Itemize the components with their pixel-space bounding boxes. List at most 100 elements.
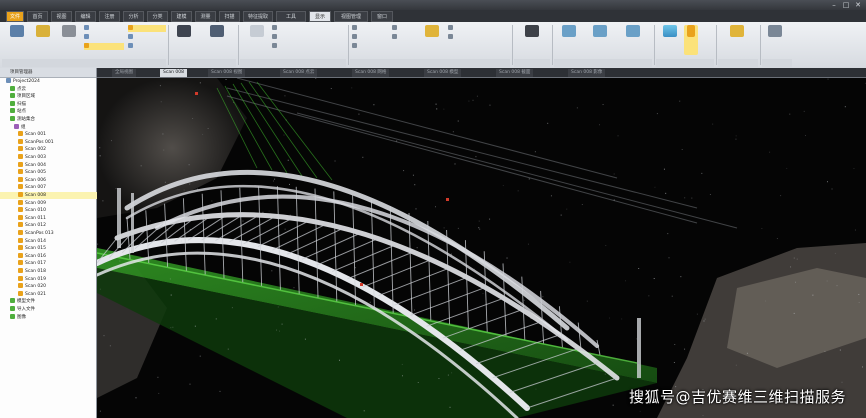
tree-node-icon	[18, 290, 23, 296]
ribbon-option-13[interactable]	[392, 25, 399, 32]
view-tab[interactable]: 全局视图	[112, 69, 136, 77]
ribbon-button-4[interactable]	[172, 25, 196, 55]
ribbon-option-14[interactable]	[392, 34, 399, 41]
tree-node-icon	[18, 230, 23, 235]
maximize-button[interactable]: □	[841, 1, 851, 9]
ribbon-option-8[interactable]	[272, 34, 279, 41]
ribbon-option-15[interactable]	[448, 25, 455, 32]
view-tab[interactable]: Scan 008 截面	[496, 69, 534, 77]
tab-6[interactable]: 分类	[147, 11, 168, 22]
ribbon-option-9[interactable]	[272, 43, 279, 50]
tree-node-icon	[18, 260, 23, 266]
tab-9[interactable]: 扫描	[219, 11, 240, 22]
tree-node-icon	[10, 85, 15, 91]
ribbon-group-label	[762, 59, 792, 67]
image-icon	[562, 25, 576, 37]
ribbon-button-15[interactable]	[764, 25, 786, 55]
tree-node-icon	[18, 192, 23, 197]
tab-14[interactable]: 窗口	[371, 11, 393, 22]
ribbon-option-4[interactable]	[128, 25, 166, 32]
ribbon-group-label	[240, 59, 346, 67]
ribbon-option-16[interactable]	[448, 34, 455, 41]
ribbon-option-2[interactable]	[84, 34, 91, 41]
tab-7[interactable]: 建模	[171, 11, 192, 22]
tree-node[interactable]: 站点	[0, 108, 105, 115]
ribbon-button-10[interactable]	[586, 25, 614, 55]
ribbon-group-label	[170, 59, 236, 67]
ribbon-option-12[interactable]	[352, 43, 359, 50]
tab-8[interactable]: 测量	[195, 11, 216, 22]
tree-node[interactable]: 项目区域	[0, 93, 105, 100]
tree-node-icon	[10, 116, 15, 121]
tree-node[interactable]: 组	[0, 123, 109, 131]
ribbon-option-6[interactable]	[128, 43, 135, 50]
ribbon-button-1[interactable]	[6, 25, 28, 55]
point-cloud-viewport[interactable]	[97, 78, 866, 418]
ribbon-option-5[interactable]	[128, 34, 135, 41]
tree-node[interactable]: 模型文件	[0, 298, 105, 305]
tab-10[interactable]: 特征提取	[243, 11, 273, 22]
tab-file[interactable]: 文件	[6, 11, 24, 22]
tree-node-label: Scan 012	[25, 223, 46, 229]
ribbon-separator	[168, 25, 169, 65]
tree-node-label: ScanPos 001	[25, 139, 54, 145]
tab-13[interactable]: 视图管理	[334, 11, 368, 22]
view-tab[interactable]: Scan 008 点云	[280, 69, 318, 77]
lock-icon	[687, 25, 695, 37]
ribbon-separator	[760, 25, 761, 65]
tree-node-icon	[18, 237, 23, 243]
view-tab[interactable]: Scan 008 网格	[352, 69, 390, 77]
ribbon-button-8[interactable]	[518, 25, 546, 55]
ribbon-button-2[interactable]	[32, 25, 54, 55]
minimize-button[interactable]: –	[829, 1, 839, 9]
ribbon-button-11[interactable]	[618, 25, 648, 55]
ribbon-button-14[interactable]	[722, 25, 752, 55]
ribbon-option-11[interactable]	[352, 34, 359, 41]
tree-node[interactable]: Project2024	[0, 78, 101, 85]
view-tab[interactable]: Scan 008 模型	[424, 69, 462, 77]
ribbon-group-label	[514, 59, 550, 67]
tab-3[interactable]: 编辑	[75, 11, 96, 22]
tab-1[interactable]: 首页	[27, 11, 48, 22]
tree-node-icon	[18, 252, 23, 258]
ribbon-button-9[interactable]	[556, 25, 582, 55]
tree-node-label: 图像	[17, 314, 26, 320]
ribbon-option-10[interactable]	[352, 25, 359, 32]
ribbon-option-3[interactable]	[84, 43, 124, 50]
tab-4[interactable]: 注册	[99, 11, 120, 22]
tree-node-icon	[10, 313, 15, 319]
tab-5[interactable]: 分析	[123, 11, 144, 22]
tree-node-label: Scan 001	[25, 132, 46, 138]
ribbon-option-1[interactable]	[84, 25, 91, 32]
tree-node[interactable]: 扫描	[0, 100, 105, 108]
tree-node[interactable]: 测站集合	[0, 116, 105, 123]
tree-node-label: 测站集合	[17, 117, 35, 122]
tree-node-icon	[18, 207, 23, 213]
tree-node-label: Scan 007	[25, 185, 46, 191]
tripod-icon	[525, 25, 539, 37]
tab-12-active[interactable]: 显示	[309, 11, 331, 22]
ribbon-button-13[interactable]	[684, 25, 698, 55]
view-tab-active[interactable]: Scan 008	[160, 69, 187, 77]
tree-header: 项目管理器	[0, 68, 96, 78]
ribbon-button-12[interactable]	[660, 25, 680, 55]
tree-node-label: 项目区域	[17, 94, 35, 100]
cloud-icon	[250, 25, 264, 37]
ribbon-button-7[interactable]	[420, 25, 444, 55]
tree-node[interactable]: 点云	[0, 85, 105, 93]
ribbon-button-6[interactable]	[244, 25, 270, 55]
tree-node-icon	[18, 169, 23, 175]
tree-node[interactable]: 导入文件	[0, 306, 105, 313]
ribbon-button-3[interactable]	[58, 25, 80, 55]
tree-node[interactable]: 图像	[0, 313, 105, 321]
view-tab-bar: 全局视图 Scan 008 Scan 008 视图 Scan 008 点云 Sc…	[0, 68, 866, 78]
tab-2[interactable]: 视图	[51, 11, 72, 22]
view-tab[interactable]: Scan 008 影像	[568, 69, 606, 77]
tree-node-icon	[18, 184, 23, 190]
tab-11[interactable]: 工具	[276, 11, 306, 22]
ribbon-option-7[interactable]	[272, 25, 279, 32]
ribbon-button-5[interactable]	[200, 25, 234, 55]
close-button[interactable]: ✕	[853, 1, 863, 9]
tree-node-icon	[14, 123, 19, 129]
view-tab[interactable]: Scan 008 视图	[208, 69, 246, 77]
